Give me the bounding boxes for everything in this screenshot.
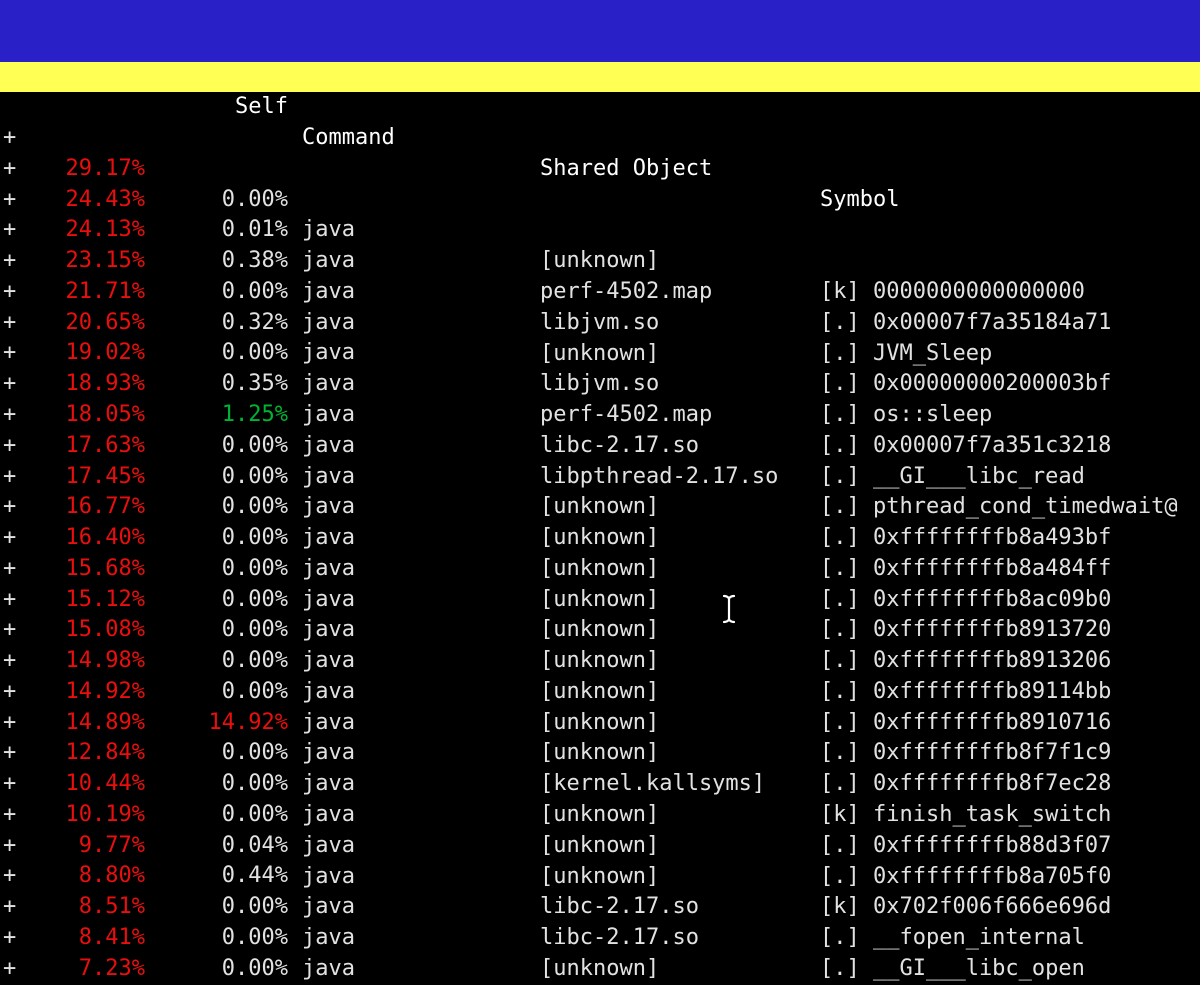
table-row[interactable]: + 9.77% 0.44% java libc-2.17.so [.] __GI… <box>0 769 1200 800</box>
table-row[interactable]: + 16.77% 0.00% java [unknown] [.] 0xffff… <box>0 431 1200 462</box>
table-row[interactable]: + 19.02% 0.35% java libc-2.17.so [.] __G… <box>0 277 1200 308</box>
table-row[interactable]: + 14.98% 0.00% java [unknown] [.] 0xffff… <box>0 585 1200 616</box>
table-row[interactable]: + 15.68% 0.00% java [unknown] [.] 0xffff… <box>0 492 1200 523</box>
table-row[interactable]: + 16.40% 0.00% java [unknown] [.] 0xffff… <box>0 461 1200 492</box>
table-row[interactable]: + 15.08% 0.00% java [unknown] [.] 0xffff… <box>0 554 1200 585</box>
table-row[interactable]: + 17.45% 0.00% java [unknown] [.] 0xffff… <box>0 400 1200 431</box>
table-row[interactable]: + 24.13% 0.38% java libjvm.so [.] JVM_Sl… <box>0 154 1200 185</box>
table-row[interactable]: + 8.80% 0.00% java [unknown] [.] 0xfffff… <box>0 800 1200 831</box>
table-row[interactable]: + 18.93% 1.25% java libpthread-2.17.so [… <box>0 308 1200 339</box>
perf-report-terminal: Samples: 26K of event 'cpu-clock', Event… <box>0 0 1200 985</box>
table-row[interactable]: + 15.12% 0.00% java [unknown] [.] 0xffff… <box>0 523 1200 554</box>
samples-header-bar: Samples: 26K of event 'cpu-clock', Event… <box>0 0 1200 31</box>
table-row[interactable]: + 7.20% 0.00% java [unknown] [.] 0xfffff… <box>0 923 1200 954</box>
table-row[interactable]: + 56.57% 0.00% java [unknown] [.] 0xffff… <box>0 62 1200 93</box>
table-row[interactable]: + 23.15% 0.00% java [unknown] [.] 0x0000… <box>0 185 1200 216</box>
table-row[interactable]: + 24.43% 0.01% java perf-4502.map [.] 0x… <box>0 123 1200 154</box>
table-row[interactable]: + 21.71% 0.32% java libjvm.so [.] os::sl… <box>0 215 1200 246</box>
table-row[interactable]: + 20.65% 0.00% java perf-4502.map [.] 0x… <box>0 246 1200 277</box>
table-row[interactable]: + 14.89% 0.00% java [unknown] [.] 0xffff… <box>0 646 1200 677</box>
table-row[interactable]: + 10.44% 0.00% java [unknown] [k] 0x702f… <box>0 708 1200 739</box>
table-row[interactable]: + 10.19% 0.04% java libc-2.17.so [.] __f… <box>0 738 1200 769</box>
table-row[interactable]: + 7.12% 0.00% java [unknown] [.] 0xfffff… <box>0 954 1200 985</box>
table-row[interactable]: + 12.84% 0.00% java [unknown] [.] 0xffff… <box>0 677 1200 708</box>
table-row[interactable]: + 8.41% 0.00% java [unknown] [.] 0xfffff… <box>0 861 1200 892</box>
table-row[interactable]: + 18.05% 0.00% java [unknown] [.] 0xffff… <box>0 338 1200 369</box>
table-row[interactable]: + 7.23% 0.00% java [unknown] [.] 0xfffff… <box>0 892 1200 923</box>
table-row[interactable]: + 8.51% 0.00% java [unknown] [.] 0xfffff… <box>0 831 1200 862</box>
report-rows: + 56.57% 0.00% java [unknown] [.] 0xffff… <box>0 62 1200 985</box>
table-row[interactable]: + 17.63% 0.00% java [unknown] [.] 0xffff… <box>0 369 1200 400</box>
column-header-bar: Children Self Command Shared Object Symb… <box>0 31 1200 62</box>
table-row[interactable]: + 29.17% 0.00% java [unknown] [k] 000000… <box>0 92 1200 123</box>
table-row[interactable]: + 14.92% 14.92% java [kernel.kallsyms] [… <box>0 615 1200 646</box>
